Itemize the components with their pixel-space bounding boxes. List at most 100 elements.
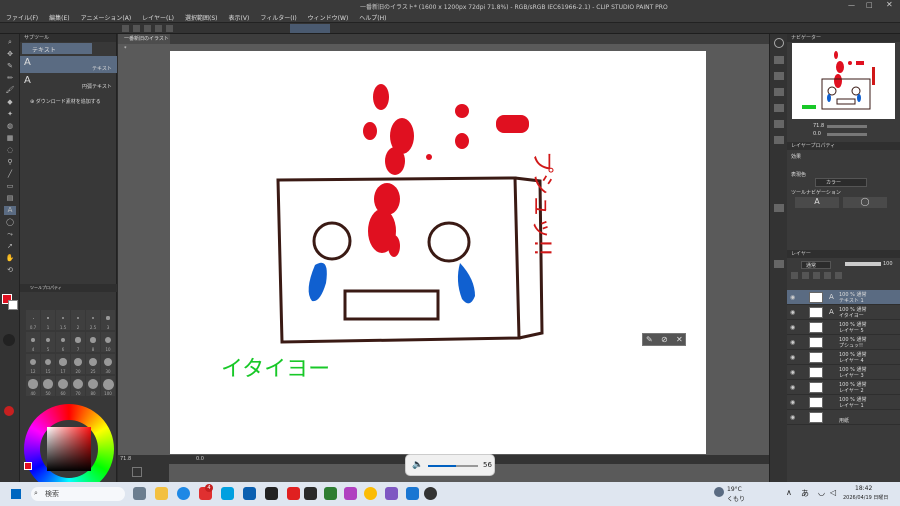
brush-size-cell[interactable]: 1 xyxy=(41,310,55,330)
pen-tool-icon[interactable]: ✎ xyxy=(4,62,16,71)
brush-size-cell[interactable]: 2 xyxy=(71,310,85,330)
sub-tool-group-tab[interactable]: テキスト xyxy=(22,43,92,54)
wifi-icon[interactable]: ◡ xyxy=(818,488,825,497)
brush-size-cell[interactable]: 40 xyxy=(26,376,40,396)
material-icon[interactable] xyxy=(774,120,784,128)
close-icon[interactable]: ✕ xyxy=(676,335,683,344)
clip-studio-icon[interactable] xyxy=(424,487,437,500)
brush-size-cell[interactable]: 4 xyxy=(26,332,40,352)
new-layer-icon[interactable] xyxy=(791,272,798,279)
layer-row[interactable]: ◉ 100 % 通常 レイヤー 1 xyxy=(787,395,900,410)
brush-size-cell[interactable]: 15 xyxy=(41,354,55,374)
brush-size-cell[interactable]: 25 xyxy=(86,354,100,374)
hand-tool-icon[interactable]: ✋ xyxy=(4,254,16,263)
app-dark-icon[interactable] xyxy=(304,487,317,500)
brush-size-cell[interactable]: 6 xyxy=(56,332,70,352)
info-icon[interactable] xyxy=(774,72,784,80)
balloon-tool-icon[interactable]: ◯ xyxy=(4,218,16,227)
menu-selection[interactable]: 選択範囲(S) xyxy=(179,12,223,22)
weather-desc[interactable]: くもり xyxy=(727,494,745,503)
task-view-icon[interactable] xyxy=(133,487,146,500)
property-icon[interactable] xyxy=(774,204,784,212)
rotation-slider[interactable] xyxy=(827,133,867,136)
layer-panel-icon[interactable] xyxy=(774,260,784,268)
brush-size-cell[interactable]: 60 xyxy=(56,376,70,396)
terminal-icon[interactable] xyxy=(265,487,278,500)
layer-row[interactable]: ◉ 用紙 xyxy=(787,410,900,425)
brush-size-cell[interactable]: 30 xyxy=(101,354,115,374)
mail-icon[interactable] xyxy=(243,487,256,500)
undo-icon[interactable] xyxy=(122,25,129,32)
eye-icon[interactable]: ◉ xyxy=(790,309,795,316)
brush-size-cell[interactable]: 100 xyxy=(101,376,115,396)
ime-indicator[interactable]: あ xyxy=(801,488,809,499)
chrome-icon[interactable] xyxy=(364,487,377,500)
menu-filter[interactable]: フィルター(I) xyxy=(254,12,301,22)
layer-row[interactable]: ◉ A 100 % 通常 テキスト 1 xyxy=(787,290,900,305)
store-icon[interactable] xyxy=(221,487,234,500)
eye-icon[interactable]: ◉ xyxy=(790,384,795,391)
eyedropper-tool-icon[interactable]: ⚲ xyxy=(4,158,16,167)
transform-icon[interactable] xyxy=(155,25,162,32)
menu-view[interactable]: 表示(V) xyxy=(223,12,255,22)
eye-icon[interactable]: ◉ xyxy=(790,399,795,406)
layer-row[interactable]: ◉ 100 % 通常 レイヤー 3 xyxy=(787,365,900,380)
deselect-icon[interactable] xyxy=(166,25,173,32)
eye-icon[interactable]: ◉ xyxy=(790,294,795,301)
eraser-tool-icon[interactable]: ◆ xyxy=(4,98,16,107)
stabilizer-group[interactable] xyxy=(290,24,330,33)
operation-tool-icon[interactable]: ➚ xyxy=(4,242,16,251)
blend-mode-select[interactable]: 通常 xyxy=(801,261,831,269)
edge-icon[interactable] xyxy=(177,487,190,500)
canvas-fit-icon[interactable] xyxy=(132,467,142,477)
menu-edit[interactable]: 編集(E) xyxy=(43,12,74,22)
menu-animation[interactable]: アニメーション(A) xyxy=(75,12,137,22)
layer-opacity[interactable]: 100 xyxy=(883,261,893,267)
layer-row[interactable]: ◉ 100 % 通常 プシュッ!! xyxy=(787,335,900,350)
sub-tool-item-arc-text[interactable]: A 円弧テキスト xyxy=(20,74,117,91)
drawing-canvas[interactable]: プシュッ!! イタイヨー xyxy=(170,51,706,454)
app-purple-icon[interactable] xyxy=(385,487,398,500)
brush-size-cell[interactable]: 2.5 xyxy=(86,310,100,330)
menu-layer[interactable]: レイヤー(L) xyxy=(136,12,179,22)
settings-icon[interactable]: ⊘ xyxy=(661,335,668,344)
frame-tool-icon[interactable]: ▭ xyxy=(4,182,16,191)
close-window-button[interactable]: ✕ xyxy=(886,0,893,9)
eye-icon[interactable]: ◉ xyxy=(790,414,795,421)
clock-time[interactable]: 18:42 xyxy=(855,485,872,492)
clip-icon[interactable] xyxy=(813,272,820,279)
navigator-icon[interactable] xyxy=(774,38,784,48)
text-nav-button[interactable]: A xyxy=(795,197,839,208)
sub-tool-item-text[interactable]: A テキスト xyxy=(20,56,117,73)
search-box[interactable]: ⌕ 検索 xyxy=(31,487,125,501)
move-tool-icon[interactable]: ✥ xyxy=(4,50,16,59)
minimize-button[interactable]: — xyxy=(848,1,855,9)
navigator-zoom[interactable]: 71.8 xyxy=(813,123,824,129)
text-tool-icon[interactable]: A xyxy=(4,206,16,215)
pencil-tool-icon[interactable]: ✏ xyxy=(4,74,16,83)
lasso-tool-icon[interactable]: ◌ xyxy=(4,146,16,155)
fill-tool-icon[interactable]: ◍ xyxy=(4,122,16,131)
pen-edit-icon[interactable]: ✎ xyxy=(646,335,653,344)
clear-icon[interactable] xyxy=(144,25,151,32)
weather-icon[interactable] xyxy=(714,487,724,497)
brush-size-cell[interactable]: 50 xyxy=(41,376,55,396)
layer-row[interactable]: ◉ A 100 % 通常 イタイヨー xyxy=(787,305,900,320)
menu-help[interactable]: ヘルプ(H) xyxy=(353,12,391,22)
redo-icon[interactable] xyxy=(133,25,140,32)
correction-tool-icon[interactable]: ⤳ xyxy=(4,230,16,239)
music-icon[interactable] xyxy=(344,487,357,500)
gradient-tool-icon[interactable]: ▦ xyxy=(4,134,16,143)
brush-size-cell[interactable]: 1.5 xyxy=(56,310,70,330)
status-zoom[interactable]: 71.8 xyxy=(120,456,131,462)
new-folder-icon[interactable] xyxy=(802,272,809,279)
maximize-button[interactable]: □ xyxy=(866,1,873,9)
weather-temp[interactable]: 19°C xyxy=(727,486,742,493)
saturation-value-square[interactable] xyxy=(47,427,91,471)
auto-action-icon[interactable] xyxy=(774,104,784,112)
balloon-nav-button[interactable]: ◯ xyxy=(843,197,887,208)
brush-size-cell[interactable]: 80 xyxy=(86,376,100,396)
status-angle[interactable]: 0.0 xyxy=(196,456,204,462)
add-material-button[interactable]: ⊕ ダウンロード素材を追加する xyxy=(30,98,101,105)
start-icon[interactable] xyxy=(11,489,21,499)
